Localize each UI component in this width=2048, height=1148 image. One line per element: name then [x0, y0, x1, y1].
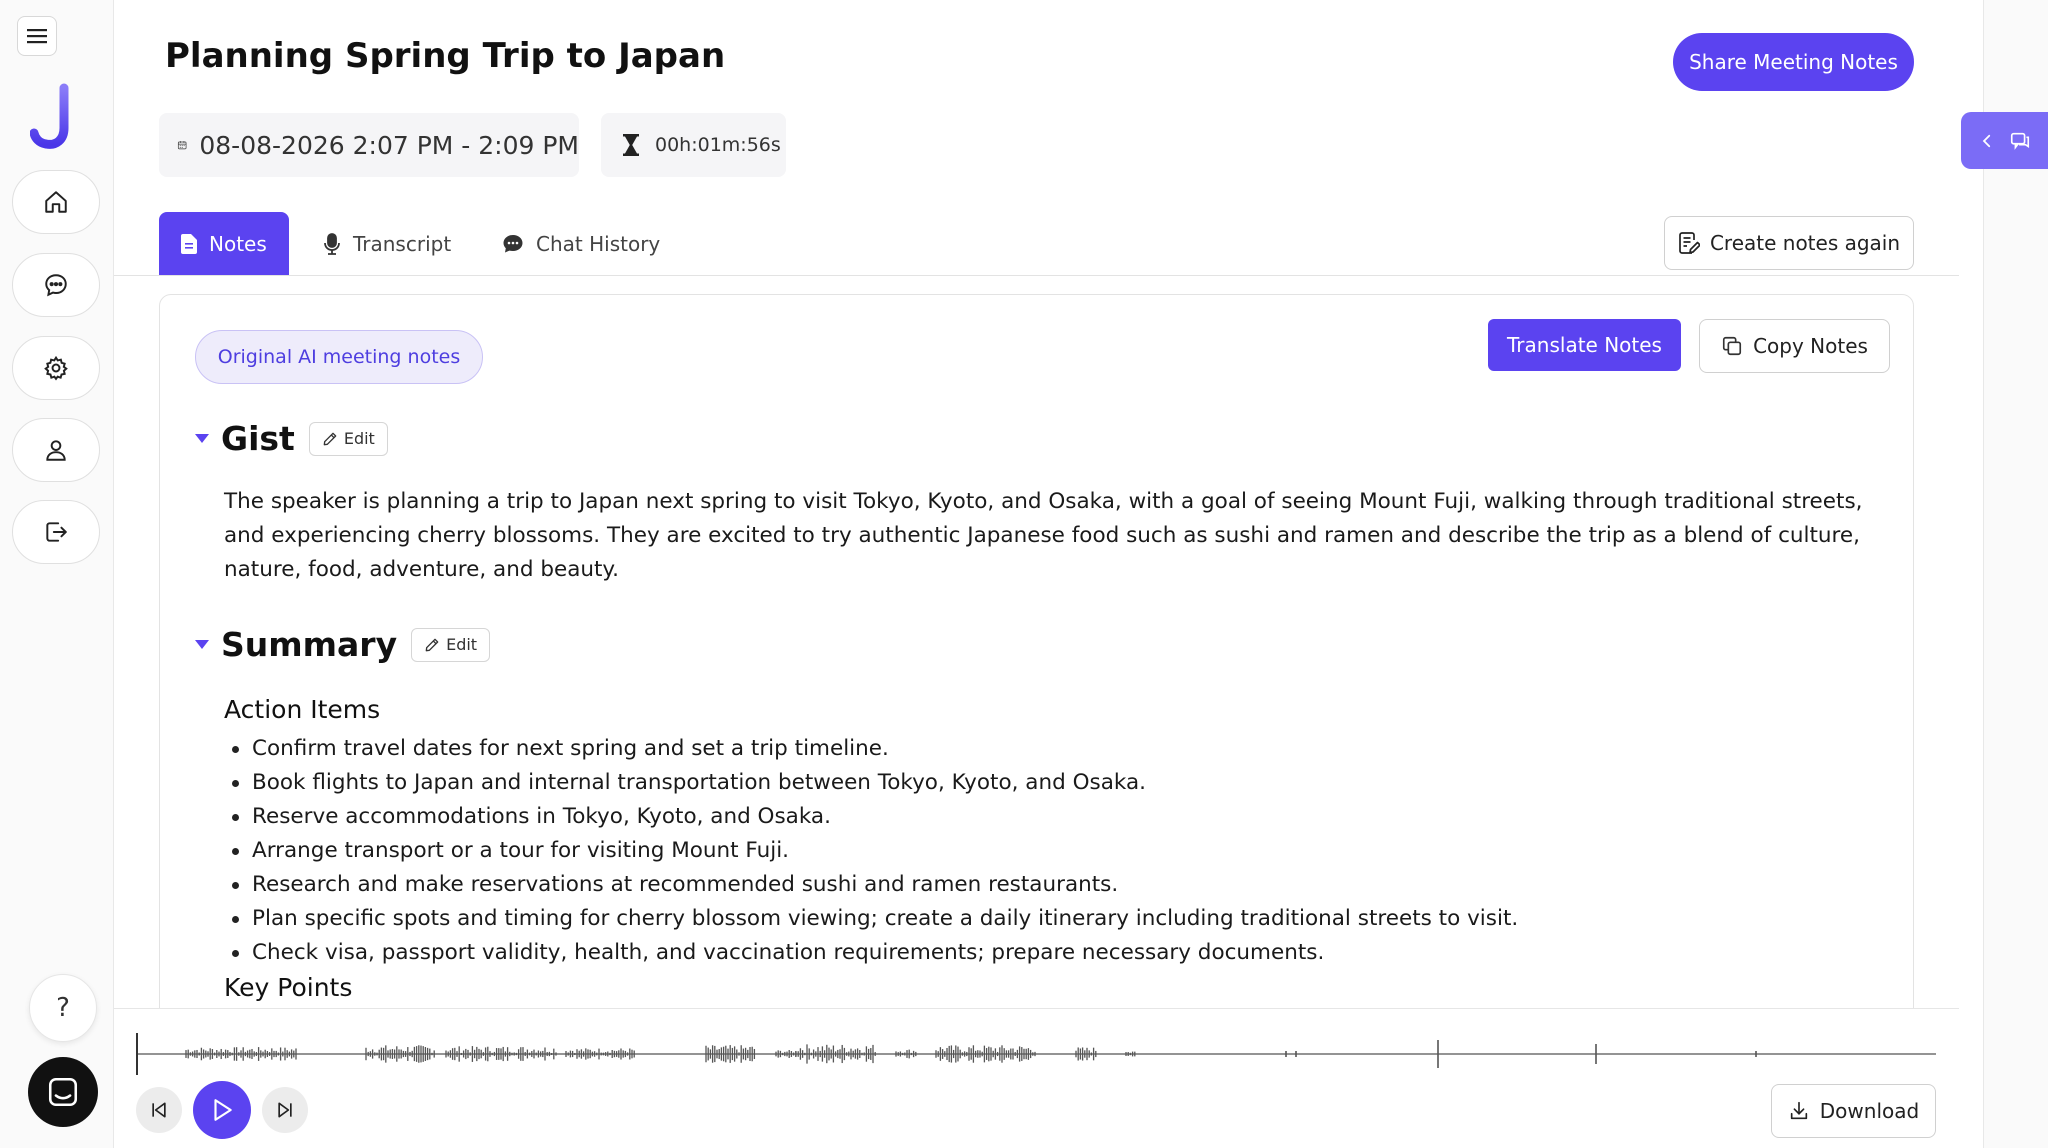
summary-edit-button[interactable]: Edit	[411, 627, 491, 662]
original-ai-notes-chip[interactable]: Original AI meeting notes	[195, 330, 483, 384]
app-logo[interactable]	[29, 82, 80, 150]
gear-icon	[44, 355, 68, 381]
gist-edit-button[interactable]: Edit	[308, 421, 388, 456]
home-icon	[45, 191, 67, 213]
nav-settings-button[interactable]	[12, 336, 100, 400]
create-notes-again-label: Create notes again	[1709, 231, 1901, 255]
skip-back-icon	[152, 1102, 166, 1118]
action-item: Arrange transport or a tour for visiting…	[224, 834, 1518, 868]
tab-transcript-label: Transcript	[353, 232, 452, 256]
copy-icon	[1722, 336, 1742, 356]
action-item: Research and make reservations at recomm…	[224, 868, 1518, 902]
tab-notes-label: Notes	[209, 232, 267, 256]
skip-back-button[interactable]	[136, 1087, 182, 1133]
messenger-icon	[48, 1077, 78, 1107]
skip-forward-icon	[278, 1102, 292, 1118]
download-label: Download	[1819, 1099, 1920, 1123]
logo-j-icon	[29, 83, 69, 149]
create-notes-again-button[interactable]: Create notes again	[1664, 216, 1914, 270]
nav-logout-button[interactable]	[12, 500, 100, 564]
duration-text: 00h:01m:56s	[655, 134, 781, 156]
hourglass-icon	[623, 134, 639, 156]
chat-dots-icon	[503, 235, 523, 253]
user-icon	[46, 440, 66, 461]
download-button[interactable]: Download	[1771, 1084, 1936, 1138]
pencil-icon	[323, 432, 337, 445]
gist-section-header: Gist Edit	[195, 419, 388, 458]
help-button[interactable]: ?	[29, 974, 97, 1042]
chevron-left-icon	[1982, 134, 1990, 147]
download-icon	[1790, 1101, 1807, 1120]
action-item: Plan specific spots and timing for cherr…	[224, 902, 1518, 936]
action-item: Reserve accommodations in Tokyo, Kyoto, …	[224, 800, 1518, 834]
page-title: Planning Spring Trip to Japan	[165, 36, 726, 76]
pencil-icon	[425, 638, 439, 651]
copy-notes-label: Copy Notes	[1753, 334, 1868, 358]
document-icon	[181, 234, 197, 254]
summary-collapse-caret-icon[interactable]	[195, 640, 209, 649]
tab-transcript[interactable]: Transcript	[323, 212, 451, 276]
gist-title: Gist	[221, 419, 295, 458]
action-items-heading: Action Items	[224, 695, 381, 724]
skip-forward-button[interactable]	[262, 1087, 308, 1133]
action-item: Book flights to Japan and internal trans…	[224, 766, 1518, 800]
left-sidebar: ?	[0, 0, 114, 1148]
hamburger-icon	[27, 29, 47, 44]
tab-chat-history[interactable]: Chat History	[502, 212, 660, 276]
calendar-icon	[177, 141, 187, 150]
tab-notes[interactable]: Notes	[159, 212, 289, 276]
summary-section-header: Summary Edit	[195, 625, 491, 664]
side-panel-toggle[interactable]	[1961, 112, 2048, 169]
right-rail	[1983, 0, 2048, 1148]
notes-card: Original AI meeting notes Translate Note…	[159, 294, 1914, 1054]
nav-profile-button[interactable]	[12, 418, 100, 482]
meeting-duration: 00h:01m:56s	[601, 113, 786, 177]
share-meeting-notes-button[interactable]: Share Meeting Notes	[1673, 33, 1914, 91]
nav-home-button[interactable]	[12, 170, 100, 234]
menu-button[interactable]	[17, 16, 57, 56]
audio-player: Download	[114, 1008, 1959, 1148]
tabs-divider	[114, 275, 1959, 276]
audio-waveform[interactable]	[136, 1027, 1936, 1081]
gist-collapse-caret-icon[interactable]	[195, 434, 209, 443]
copy-notes-button[interactable]: Copy Notes	[1699, 319, 1890, 373]
summary-edit-label: Edit	[446, 635, 478, 654]
edit-document-icon	[1679, 232, 1700, 254]
nav-chat-button[interactable]	[12, 253, 100, 317]
gist-edit-label: Edit	[343, 429, 375, 448]
datetime-text: 08-08-2026 2:07 PM - 2:09 PM	[199, 130, 579, 160]
logout-icon	[46, 522, 67, 542]
support-chat-launcher[interactable]	[28, 1057, 98, 1127]
gist-text: The speaker is planning a trip to Japan …	[224, 489, 1863, 582]
chat-notes-icon	[2011, 132, 2030, 150]
play-button[interactable]	[193, 1081, 251, 1139]
tab-chat-history-label: Chat History	[536, 232, 661, 256]
action-item: Confirm travel dates for next spring and…	[224, 732, 1518, 766]
action-item: Check visa, passport validity, health, a…	[224, 936, 1518, 970]
action-items-list: Confirm travel dates for next spring and…	[224, 732, 1518, 970]
microphone-icon	[324, 233, 340, 255]
play-icon	[214, 1099, 232, 1121]
translate-notes-button[interactable]: Translate Notes	[1488, 319, 1681, 371]
chat-bubble-icon	[45, 274, 67, 297]
summary-title: Summary	[221, 625, 398, 664]
key-points-heading: Key Points	[224, 973, 353, 1002]
meeting-datetime: 08-08-2026 2:07 PM - 2:09 PM	[159, 113, 579, 177]
